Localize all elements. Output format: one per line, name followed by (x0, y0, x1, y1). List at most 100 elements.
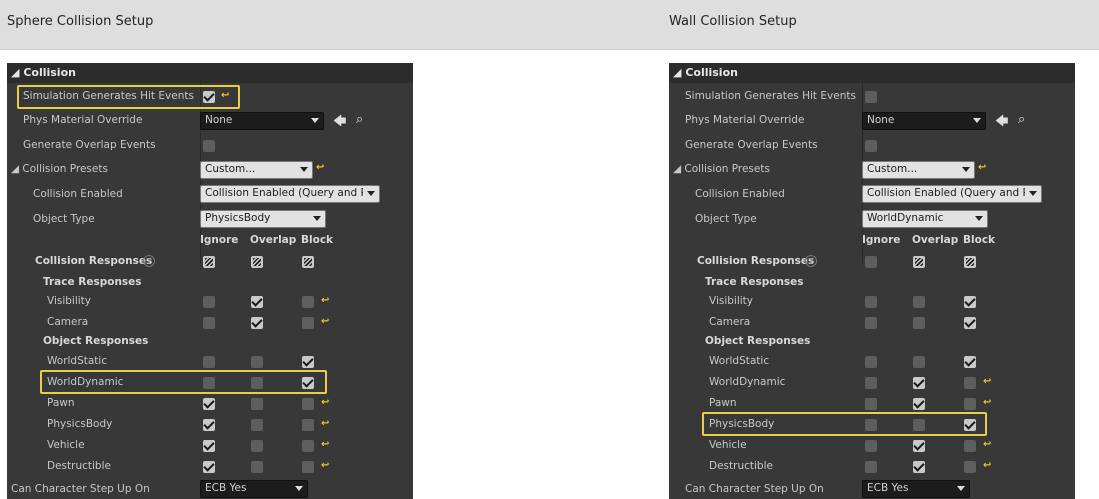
response-block-checkbox[interactable] (964, 377, 976, 389)
response-block-checkbox[interactable] (964, 461, 976, 473)
response-ignore-checkbox[interactable] (203, 356, 215, 368)
response-ignore-checkbox[interactable] (865, 377, 877, 389)
response-overlap-checkbox[interactable] (913, 398, 925, 410)
reset-arrow-icon[interactable]: ↩ (321, 316, 329, 327)
category-label: Collision (685, 66, 738, 79)
phys-material-dropdown[interactable]: None (862, 112, 986, 130)
responses-all-block-checkbox[interactable] (302, 256, 314, 268)
collision-presets-dropdown[interactable]: Custom... (200, 161, 313, 179)
response-overlap-checkbox[interactable] (251, 419, 263, 431)
presets-value: Custom... (205, 163, 256, 175)
response-ignore-checkbox[interactable] (203, 398, 215, 410)
responses-all-block-checkbox[interactable] (964, 256, 976, 268)
reset-arrow-icon[interactable]: ↩ (978, 162, 986, 173)
col-ignore-header: Ignore (862, 234, 901, 246)
response-block-checkbox[interactable] (302, 461, 314, 473)
response-ignore-checkbox[interactable] (203, 317, 215, 329)
wall-collision-panel: ◢ Collision Simulation Generates Hit Eve… (669, 63, 1075, 499)
phys-material-dropdown[interactable]: None (200, 112, 324, 130)
magnifier-icon[interactable]: ⌕ (356, 112, 363, 127)
response-overlap-checkbox[interactable] (251, 296, 263, 308)
overlap-events-label: Generate Overlap Events (23, 139, 156, 151)
chevron-down-icon (367, 191, 375, 196)
responses-all-ignore-checkbox[interactable] (203, 256, 215, 268)
reset-arrow-icon[interactable]: ↩ (983, 397, 991, 408)
response-overlap-checkbox[interactable] (251, 317, 263, 329)
reset-arrow-icon[interactable]: ↩ (321, 460, 329, 471)
step-up-dropdown[interactable]: ECB Yes (200, 480, 308, 498)
response-block-checkbox[interactable] (964, 398, 976, 410)
response-overlap-checkbox[interactable] (251, 356, 263, 368)
response-ignore-checkbox[interactable] (865, 461, 877, 473)
response-overlap-checkbox[interactable] (251, 461, 263, 473)
response-block-checkbox[interactable] (302, 356, 314, 368)
chevron-down-icon (295, 486, 303, 491)
reset-arrow-icon[interactable]: ↩ (983, 460, 991, 471)
response-ignore-checkbox[interactable] (865, 398, 877, 410)
overlap-events-label: Generate Overlap Events (685, 139, 818, 151)
response-block-checkbox[interactable] (302, 440, 314, 452)
response-overlap-checkbox[interactable] (913, 317, 925, 329)
response-overlap-checkbox[interactable] (913, 296, 925, 308)
arrow-left-icon[interactable]: 🡄 (995, 112, 1008, 134)
response-ignore-checkbox[interactable] (865, 317, 877, 329)
help-icon[interactable]: ? (805, 255, 817, 267)
responses-all-ignore-checkbox[interactable] (865, 256, 877, 268)
collision-category-header[interactable]: ◢ Collision (669, 63, 1075, 83)
response-block-checkbox[interactable] (302, 296, 314, 308)
collision-enabled-label: Collision Enabled (33, 188, 123, 200)
trace-responses-label: Trace Responses (705, 276, 804, 288)
arrow-left-icon[interactable]: 🡄 (333, 112, 346, 134)
reset-arrow-icon[interactable]: ↩ (983, 376, 991, 387)
response-ignore-checkbox[interactable] (203, 461, 215, 473)
response-ignore-checkbox[interactable] (865, 356, 877, 368)
col-overlap-header: Overlap (250, 234, 297, 246)
response-ignore-checkbox[interactable] (203, 440, 215, 452)
collision-category-header[interactable]: ◢ Collision (7, 63, 413, 83)
response-row-label: Camera (47, 316, 89, 328)
presets-label-text: Collision Presets (684, 163, 770, 175)
response-overlap-checkbox[interactable] (251, 440, 263, 452)
collision-presets-dropdown[interactable]: Custom... (862, 161, 975, 179)
response-block-checkbox[interactable] (302, 398, 314, 410)
reset-arrow-icon[interactable]: ↩ (321, 295, 329, 306)
response-block-checkbox[interactable] (964, 296, 976, 308)
response-block-checkbox[interactable] (964, 317, 976, 329)
responses-all-overlap-checkbox[interactable] (251, 256, 263, 268)
response-overlap-checkbox[interactable] (913, 440, 925, 452)
object-type-dropdown[interactable]: PhysicsBody (200, 210, 326, 228)
response-ignore-checkbox[interactable] (203, 296, 215, 308)
reset-arrow-icon[interactable]: ↩ (321, 397, 329, 408)
response-ignore-checkbox[interactable] (865, 440, 877, 452)
reset-arrow-icon[interactable]: ↩ (321, 418, 329, 429)
reset-arrow-icon[interactable]: ↩ (321, 439, 329, 450)
response-block-checkbox[interactable] (302, 317, 314, 329)
response-overlap-checkbox[interactable] (913, 356, 925, 368)
responses-all-overlap-checkbox[interactable] (913, 256, 925, 268)
response-block-checkbox[interactable] (302, 419, 314, 431)
chevron-down-icon (975, 216, 983, 221)
sim-hit-highlight (17, 85, 240, 109)
step-up-dropdown[interactable]: ECB Yes (862, 480, 970, 498)
col-overlap-header: Overlap (912, 234, 959, 246)
collision-enabled-dropdown[interactable]: Collision Enabled (Query and Pl (862, 185, 1042, 203)
presets-label-text: Collision Presets (22, 163, 108, 175)
overlap-events-checkbox[interactable] (865, 140, 877, 152)
collision-enabled-dropdown[interactable]: Collision Enabled (Query and Pl (200, 185, 380, 203)
object-type-dropdown[interactable]: WorldDynamic (862, 210, 988, 228)
response-ignore-checkbox[interactable] (865, 296, 877, 308)
reset-arrow-icon[interactable]: ↩ (983, 439, 991, 450)
magnifier-icon[interactable]: ⌕ (1018, 112, 1025, 127)
response-ignore-checkbox[interactable] (203, 419, 215, 431)
help-icon[interactable]: ? (143, 255, 155, 267)
response-overlap-checkbox[interactable] (913, 461, 925, 473)
sim-hit-checkbox[interactable] (865, 91, 877, 103)
response-overlap-checkbox[interactable] (251, 398, 263, 410)
response-block-checkbox[interactable] (964, 440, 976, 452)
chevron-down-icon (1029, 191, 1037, 196)
overlap-events-checkbox[interactable] (203, 140, 215, 152)
response-block-checkbox[interactable] (964, 356, 976, 368)
response-overlap-checkbox[interactable] (913, 377, 925, 389)
collision-responses-label: Collision Responses (697, 255, 815, 267)
reset-arrow-icon[interactable]: ↩ (316, 162, 324, 173)
